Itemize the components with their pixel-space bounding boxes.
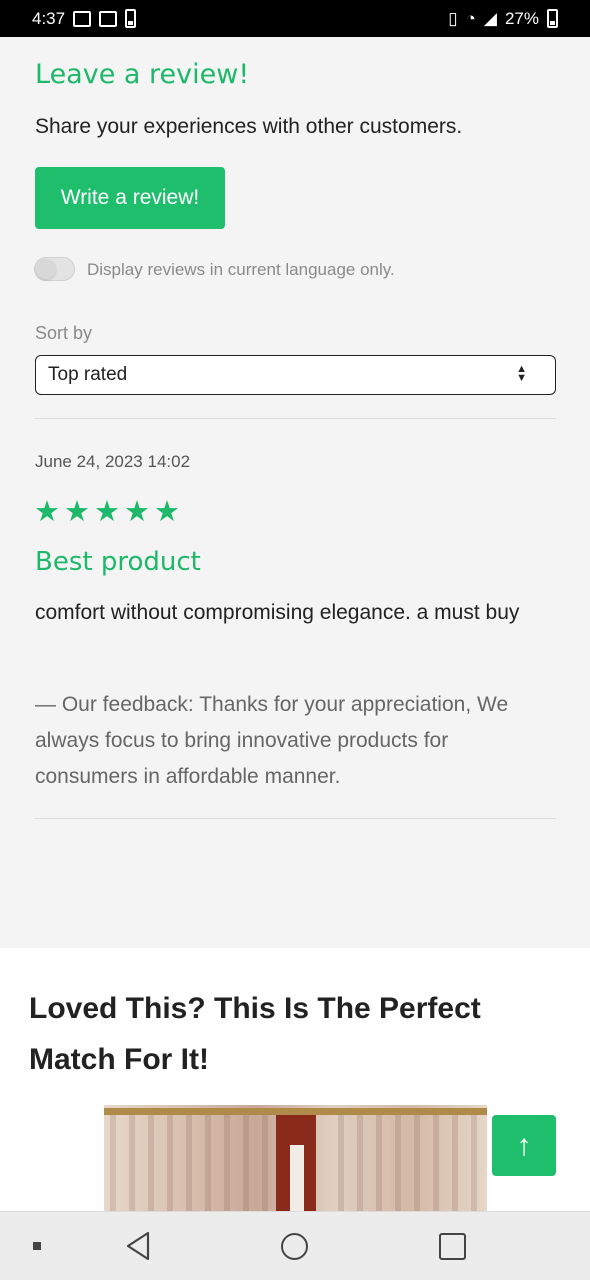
write-review-button[interactable]: Write a review! <box>35 167 225 229</box>
curtain-fold <box>414 1115 420 1211</box>
sort-label: Sort by <box>35 323 93 343</box>
curtain-fold <box>262 1115 268 1211</box>
review-heading: Leave a review! <box>35 59 250 90</box>
back-icon[interactable] <box>124 1230 152 1262</box>
curtain-fold <box>186 1115 192 1211</box>
curtain-fold <box>433 1115 439 1211</box>
sort-select[interactable]: Top rated ▲ ▼ <box>35 355 556 395</box>
status-bar: 4:37 ▯ ◔ ◢ 27% <box>0 0 590 37</box>
wifi-icon: ◔ <box>465 8 476 28</box>
curtain-fold <box>357 1115 363 1211</box>
sort-arrows-icon: ▲ ▼ <box>516 363 527 384</box>
curtain-fold <box>167 1115 173 1211</box>
star-icon: ★ <box>154 496 180 528</box>
navigation-bar <box>0 1211 590 1280</box>
curtain-rod <box>104 1108 487 1115</box>
battery-percent: 27% <box>504 8 539 28</box>
divider <box>35 818 556 819</box>
curtain-fold <box>110 1115 116 1211</box>
nav-dot-icon <box>33 1242 41 1250</box>
review-date: June 24, 2023 14:02 <box>35 452 191 471</box>
curtain-fold <box>243 1115 249 1211</box>
home-icon[interactable] <box>281 1233 308 1260</box>
recents-icon[interactable] <box>439 1233 466 1260</box>
language-toggle[interactable] <box>34 257 75 281</box>
curtain-fold <box>338 1115 344 1211</box>
signal-icon: ◢ <box>483 8 497 28</box>
curtain-fold <box>452 1115 458 1211</box>
curtain-fold <box>205 1115 211 1211</box>
scroll-to-top-button[interactable]: ↑ <box>492 1115 556 1176</box>
arrow-up-icon: ↑ <box>516 1128 532 1162</box>
gallery-icon <box>73 10 92 27</box>
clock: 4:37 <box>32 8 66 28</box>
battery-saver-icon <box>125 9 137 28</box>
curtain-fold <box>376 1115 382 1211</box>
review-subtext: Share your experiences with other custom… <box>35 115 463 138</box>
curtain-fold <box>148 1115 154 1211</box>
vibrate-icon: ▯ <box>448 8 458 28</box>
review-title: Best product <box>35 547 201 577</box>
curtain-lace <box>290 1145 304 1211</box>
star-icon: ★ <box>124 496 150 528</box>
related-title: Loved This? This Is The Perfect Match Fo… <box>29 992 481 1076</box>
curtain-fold <box>129 1115 135 1211</box>
news-icon <box>99 10 118 27</box>
battery-icon <box>547 9 558 28</box>
curtain-fold <box>395 1115 401 1211</box>
star-icon: ★ <box>64 496 90 528</box>
curtain-fold <box>471 1115 477 1211</box>
star-rating: ★ ★ ★ ★ ★ <box>34 496 180 528</box>
review-section: Leave a review! Share your experiences w… <box>0 37 590 948</box>
language-toggle-label: Display reviews in current language only… <box>87 260 395 279</box>
curtain-fold <box>224 1115 230 1211</box>
sort-value: Top rated <box>48 364 128 385</box>
star-icon: ★ <box>94 496 120 528</box>
toggle-knob <box>36 259 56 279</box>
product-image[interactable] <box>104 1105 487 1211</box>
review-feedback: — Our feedback: Thanks for your apprecia… <box>35 693 509 788</box>
divider <box>35 418 556 419</box>
review-body: comfort without compromising elegance. a… <box>35 601 520 624</box>
star-icon: ★ <box>34 496 60 528</box>
